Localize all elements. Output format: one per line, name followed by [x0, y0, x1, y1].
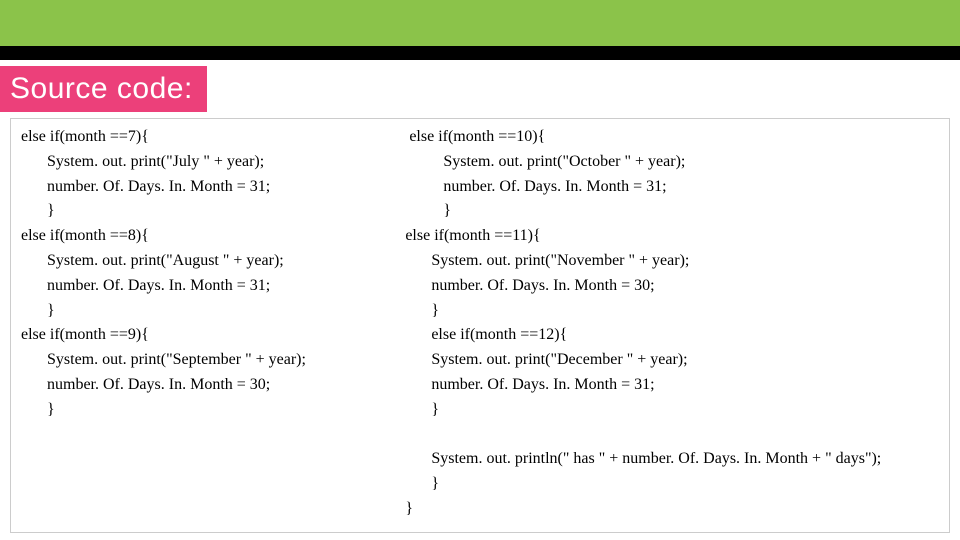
code-line: else if(month ==10){ [405, 125, 943, 150]
code-line: } [405, 472, 943, 497]
code-line: number. Of. Days. In. Month = 30; [21, 373, 405, 398]
code-line: } [21, 299, 405, 324]
code-column-right: else if(month ==10){ System. out. print(… [405, 125, 943, 522]
code-line: } [21, 199, 405, 224]
code-line: else if(month ==11){ [405, 224, 943, 249]
code-line: } [405, 497, 943, 522]
code-line: else if(month ==9){ [21, 323, 405, 348]
slide-title: Source code: [0, 66, 207, 112]
code-column-left: else if(month ==7){ System. out. print("… [17, 125, 405, 522]
code-line: } [405, 398, 943, 423]
code-line: number. Of. Days. In. Month = 31; [21, 175, 405, 200]
code-line: number. Of. Days. In. Month = 31; [405, 373, 943, 398]
code-line: System. out. print("October " + year); [405, 150, 943, 175]
code-line: else if(month ==12){ [405, 323, 943, 348]
title-tail [207, 66, 960, 110]
code-line: System. out. print("July " + year); [21, 150, 405, 175]
code-line: System. out. print("September " + year); [21, 348, 405, 373]
code-line: else if(month ==8){ [21, 224, 405, 249]
code-line: System. out. println(" has " + number. O… [405, 447, 943, 472]
title-row: Source code: [0, 66, 960, 112]
header-green-bar [0, 0, 960, 46]
code-line: System. out. print("November " + year); [405, 249, 943, 274]
code-line: else if(month ==7){ [21, 125, 405, 150]
code-line: System. out. print("December " + year); [405, 348, 943, 373]
code-line: } [405, 199, 943, 224]
code-line: System. out. print("August " + year); [21, 249, 405, 274]
code-line: } [21, 398, 405, 423]
header-black-strip [0, 46, 960, 60]
code-line: } [405, 299, 943, 324]
code-box: else if(month ==7){ System. out. print("… [10, 118, 950, 533]
code-line [405, 423, 943, 448]
code-line: number. Of. Days. In. Month = 30; [405, 274, 943, 299]
code-line: number. Of. Days. In. Month = 31; [405, 175, 943, 200]
code-line: number. Of. Days. In. Month = 31; [21, 274, 405, 299]
